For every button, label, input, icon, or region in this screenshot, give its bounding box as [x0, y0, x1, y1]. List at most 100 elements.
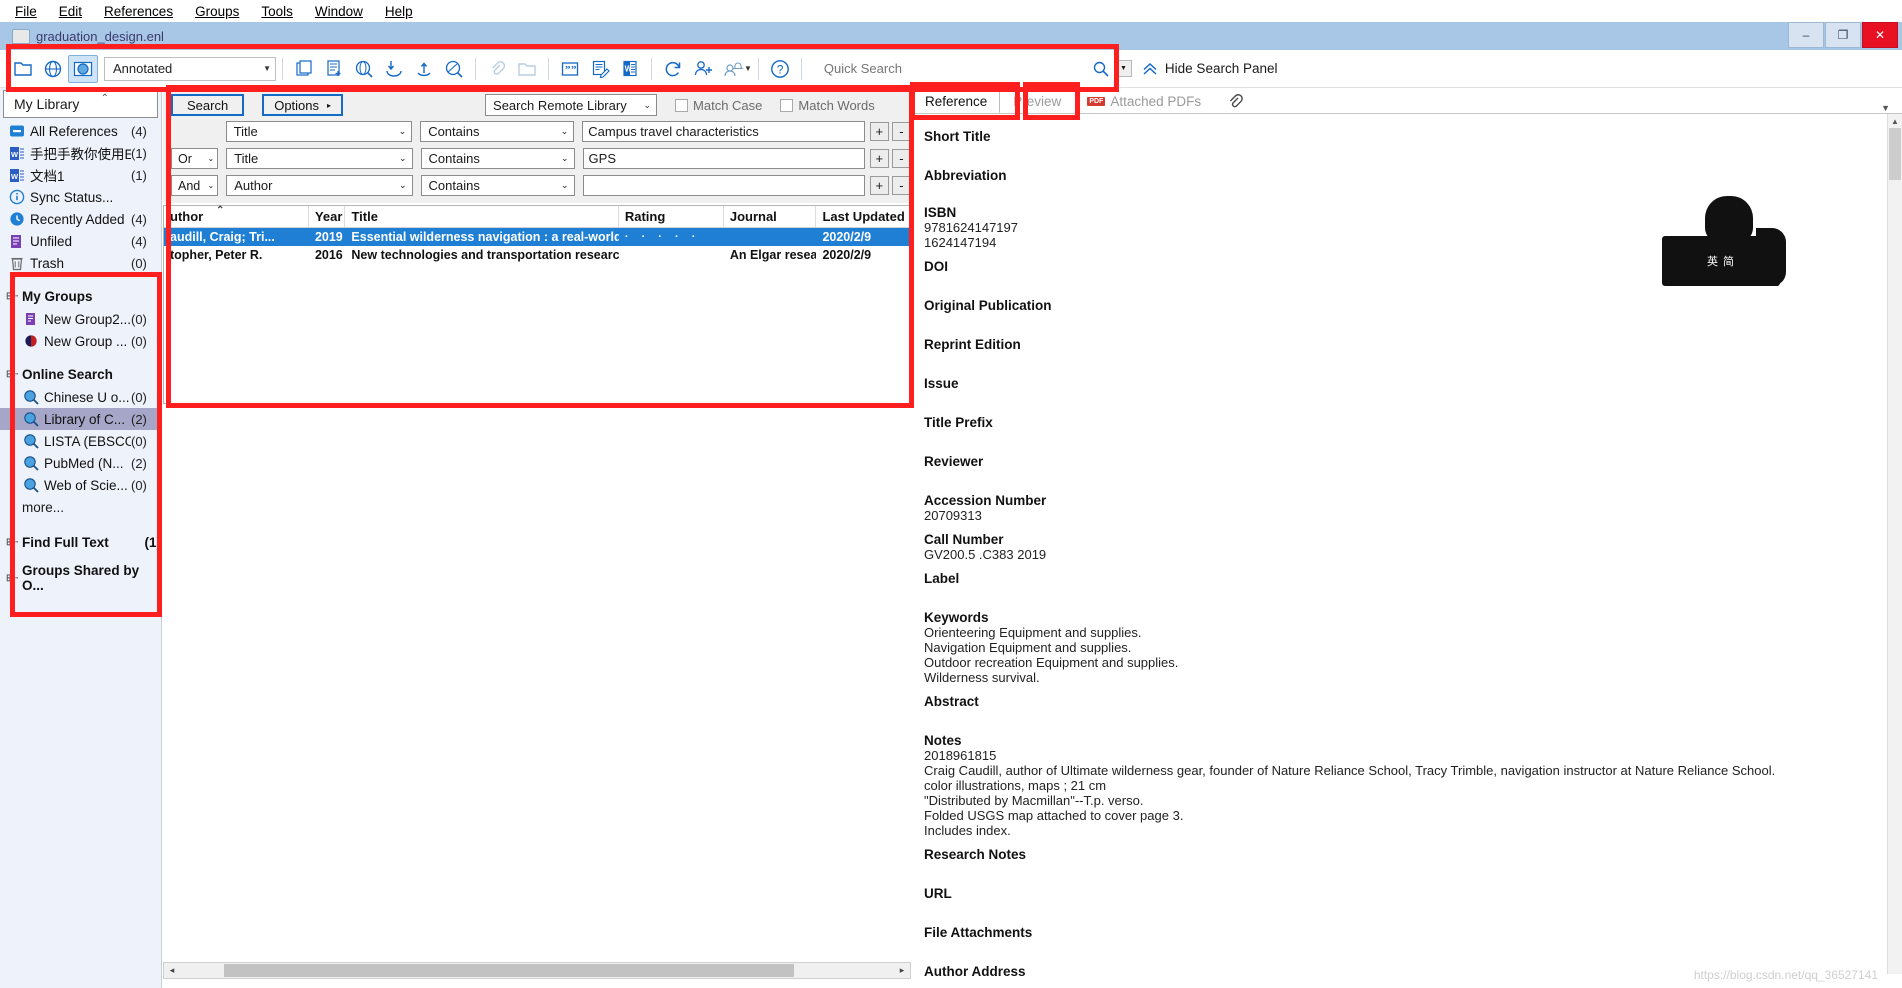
sidebar-item-lista-ebsco[interactable]: LISTA (EBSCO) (0): [0, 430, 161, 452]
field-value-keywords[interactable]: Orienteering Equipment and supplies. Nav…: [924, 625, 1880, 685]
expander-icon[interactable]: ⊟··: [6, 369, 19, 380]
activity-feed-chevron-down-icon[interactable]: ▼: [744, 64, 752, 73]
open-library-icon[interactable]: [8, 55, 38, 83]
field-value-abbreviation[interactable]: [924, 183, 1880, 196]
tab-attached-pdfs[interactable]: PDF Attached PDFs: [1074, 89, 1214, 113]
expander-icon[interactable]: ⊞··: [6, 537, 19, 548]
search-operator-select[interactable]: Contains ⌄: [420, 175, 575, 196]
online-search-mode-icon[interactable]: [68, 54, 98, 83]
field-value-original-publication[interactable]: [924, 313, 1880, 326]
field-value-reprint-edition[interactable]: [924, 352, 1880, 365]
field-value-title-prefix[interactable]: [924, 430, 1880, 443]
hide-search-panel-button[interactable]: Hide Search Panel: [1142, 61, 1278, 76]
import-icon[interactable]: [379, 55, 409, 83]
remove-search-row-button[interactable]: -: [891, 149, 912, 168]
scroll-left-icon[interactable]: ◂: [164, 963, 180, 978]
scroll-up-icon[interactable]: ▲: [1888, 114, 1902, 128]
add-search-row-button[interactable]: +: [869, 149, 889, 168]
menu-item-help[interactable]: Help: [374, 2, 424, 21]
menu-item-references[interactable]: References: [93, 2, 184, 21]
attach-file-icon[interactable]: [482, 55, 512, 83]
quick-search-input[interactable]: [821, 60, 1093, 77]
online-search-icon[interactable]: [349, 55, 379, 83]
menu-item-window[interactable]: Window: [304, 2, 374, 21]
format-bibliography-icon[interactable]: [585, 55, 615, 83]
search-field-select[interactable]: Title ⌄: [226, 148, 413, 169]
match-case-checkbox[interactable]: Match Case: [675, 98, 762, 113]
field-value-url[interactable]: [924, 901, 1880, 914]
search-bool-select[interactable]: Or ⌄: [171, 148, 219, 169]
field-value-research-notes[interactable]: [924, 862, 1880, 875]
field-value-file-attachments[interactable]: [924, 940, 1880, 953]
sidebar-item-chinese-u[interactable]: Chinese U o... (0): [0, 386, 161, 408]
search-term-input[interactable]: [582, 175, 865, 196]
results-table[interactable]: uthor ⌃ Year Title Rating Journal Last U…: [163, 205, 911, 404]
sidebar-item-recently-added[interactable]: Recently Added (4): [0, 208, 161, 230]
sidebar-item-sync-status[interactable]: Sync Status...: [0, 186, 161, 208]
expander-icon[interactable]: ⊟··: [6, 291, 19, 302]
open-file-icon[interactable]: [512, 55, 542, 83]
panel-layout-chevron-down-icon[interactable]: ▼: [1881, 103, 1902, 113]
remove-search-row-button[interactable]: -: [891, 122, 912, 141]
search-field-select[interactable]: Author ⌄: [226, 175, 413, 196]
sidebar-section-groups-shared[interactable]: ⊞·· Groups Shared by O...: [0, 563, 161, 593]
field-value-accession-number[interactable]: 20709313: [924, 508, 1880, 523]
search-operator-select[interactable]: Contains ⌄: [420, 121, 575, 142]
checkbox-box[interactable]: [675, 98, 689, 112]
quick-search-dropdown[interactable]: ▼: [1114, 60, 1132, 77]
scroll-right-icon[interactable]: ▸: [894, 963, 910, 978]
new-reference-icon[interactable]: [319, 55, 349, 83]
sidebar-section-my-groups[interactable]: ⊟·· My Groups: [0, 284, 161, 308]
add-search-row-button[interactable]: +: [869, 122, 889, 141]
menu-item-edit[interactable]: Edit: [48, 2, 93, 21]
search-term-input[interactable]: Campus travel characteristics: [582, 121, 865, 142]
sync-icon[interactable]: [658, 55, 688, 83]
menu-item-groups[interactable]: Groups: [184, 2, 250, 21]
remove-search-row-button[interactable]: -: [891, 176, 912, 195]
tab-preview[interactable]: Preview: [1000, 89, 1074, 113]
find-full-text-icon[interactable]: [439, 55, 469, 83]
table-row[interactable]: audill, Craig; Tri... 2019 Essential wil…: [164, 228, 910, 246]
table-row[interactable]: topher, Peter R. 2016 New technologies a…: [164, 246, 910, 264]
reference-panel-scrollbar[interactable]: ▲: [1887, 114, 1902, 974]
field-value-abstract[interactable]: [924, 709, 1880, 722]
attachment-paperclip-button[interactable]: [1214, 89, 1257, 113]
results-horizontal-scrollbar[interactable]: ◂ ▸: [163, 962, 911, 979]
export-icon[interactable]: [409, 55, 439, 83]
field-value-reviewer[interactable]: [924, 469, 1880, 482]
minimize-button[interactable]: –: [1788, 22, 1824, 48]
column-header-journal[interactable]: Journal: [724, 206, 817, 227]
sidebar-item-all-references[interactable]: All References (4): [0, 120, 161, 142]
sidebar-section-online-search[interactable]: ⊟·· Online Search: [0, 362, 161, 386]
menu-item-file[interactable]: File: [4, 2, 48, 21]
field-value-label[interactable]: [924, 586, 1880, 599]
sidebar-item-trash[interactable]: Trash (0): [0, 252, 161, 274]
maximize-button[interactable]: ❐: [1825, 22, 1861, 48]
sidebar-item-word-group-2[interactable]: W 文档1 (1): [0, 164, 161, 186]
field-value-issue[interactable]: [924, 391, 1880, 404]
options-button[interactable]: Options ▸: [262, 94, 344, 116]
search-bool-select[interactable]: And ⌄: [171, 175, 219, 196]
sidebar-item-word-group-1[interactable]: W 手把手教你使用E... (1): [0, 142, 161, 164]
search-term-input[interactable]: GPS: [582, 148, 865, 169]
column-header-rating[interactable]: Rating: [619, 206, 724, 227]
search-field-select[interactable]: Title ⌄: [225, 121, 413, 142]
sidebar-item-new-group[interactable]: New Group ... (0): [0, 330, 161, 352]
sidebar-item-library-of-congress[interactable]: Library of C... (2): [0, 408, 161, 430]
menu-item-tools[interactable]: Tools: [250, 2, 304, 21]
search-operator-select[interactable]: Contains ⌄: [420, 148, 575, 169]
column-header-last-updated[interactable]: Last Updated: [816, 206, 910, 227]
sidebar-item-new-group2[interactable]: New Group2... (0): [0, 308, 161, 330]
scrollbar-thumb[interactable]: [224, 964, 794, 977]
share-library-icon[interactable]: [688, 55, 718, 83]
column-header-year[interactable]: Year: [309, 206, 346, 227]
sidebar-item-web-of-science[interactable]: Web of Scie... (0): [0, 474, 161, 496]
field-value-short-title[interactable]: [924, 144, 1880, 157]
checkbox-box[interactable]: [780, 98, 794, 112]
quick-search-box[interactable]: ▼: [821, 57, 1132, 81]
online-search-globe-icon[interactable]: [38, 55, 68, 83]
match-words-checkbox[interactable]: Match Words: [780, 98, 875, 113]
column-header-author[interactable]: uthor ⌃: [164, 205, 309, 227]
sidebar-item-pubmed[interactable]: PubMed (N... (2): [0, 452, 161, 474]
insert-citation-icon[interactable]: ””: [555, 55, 585, 83]
